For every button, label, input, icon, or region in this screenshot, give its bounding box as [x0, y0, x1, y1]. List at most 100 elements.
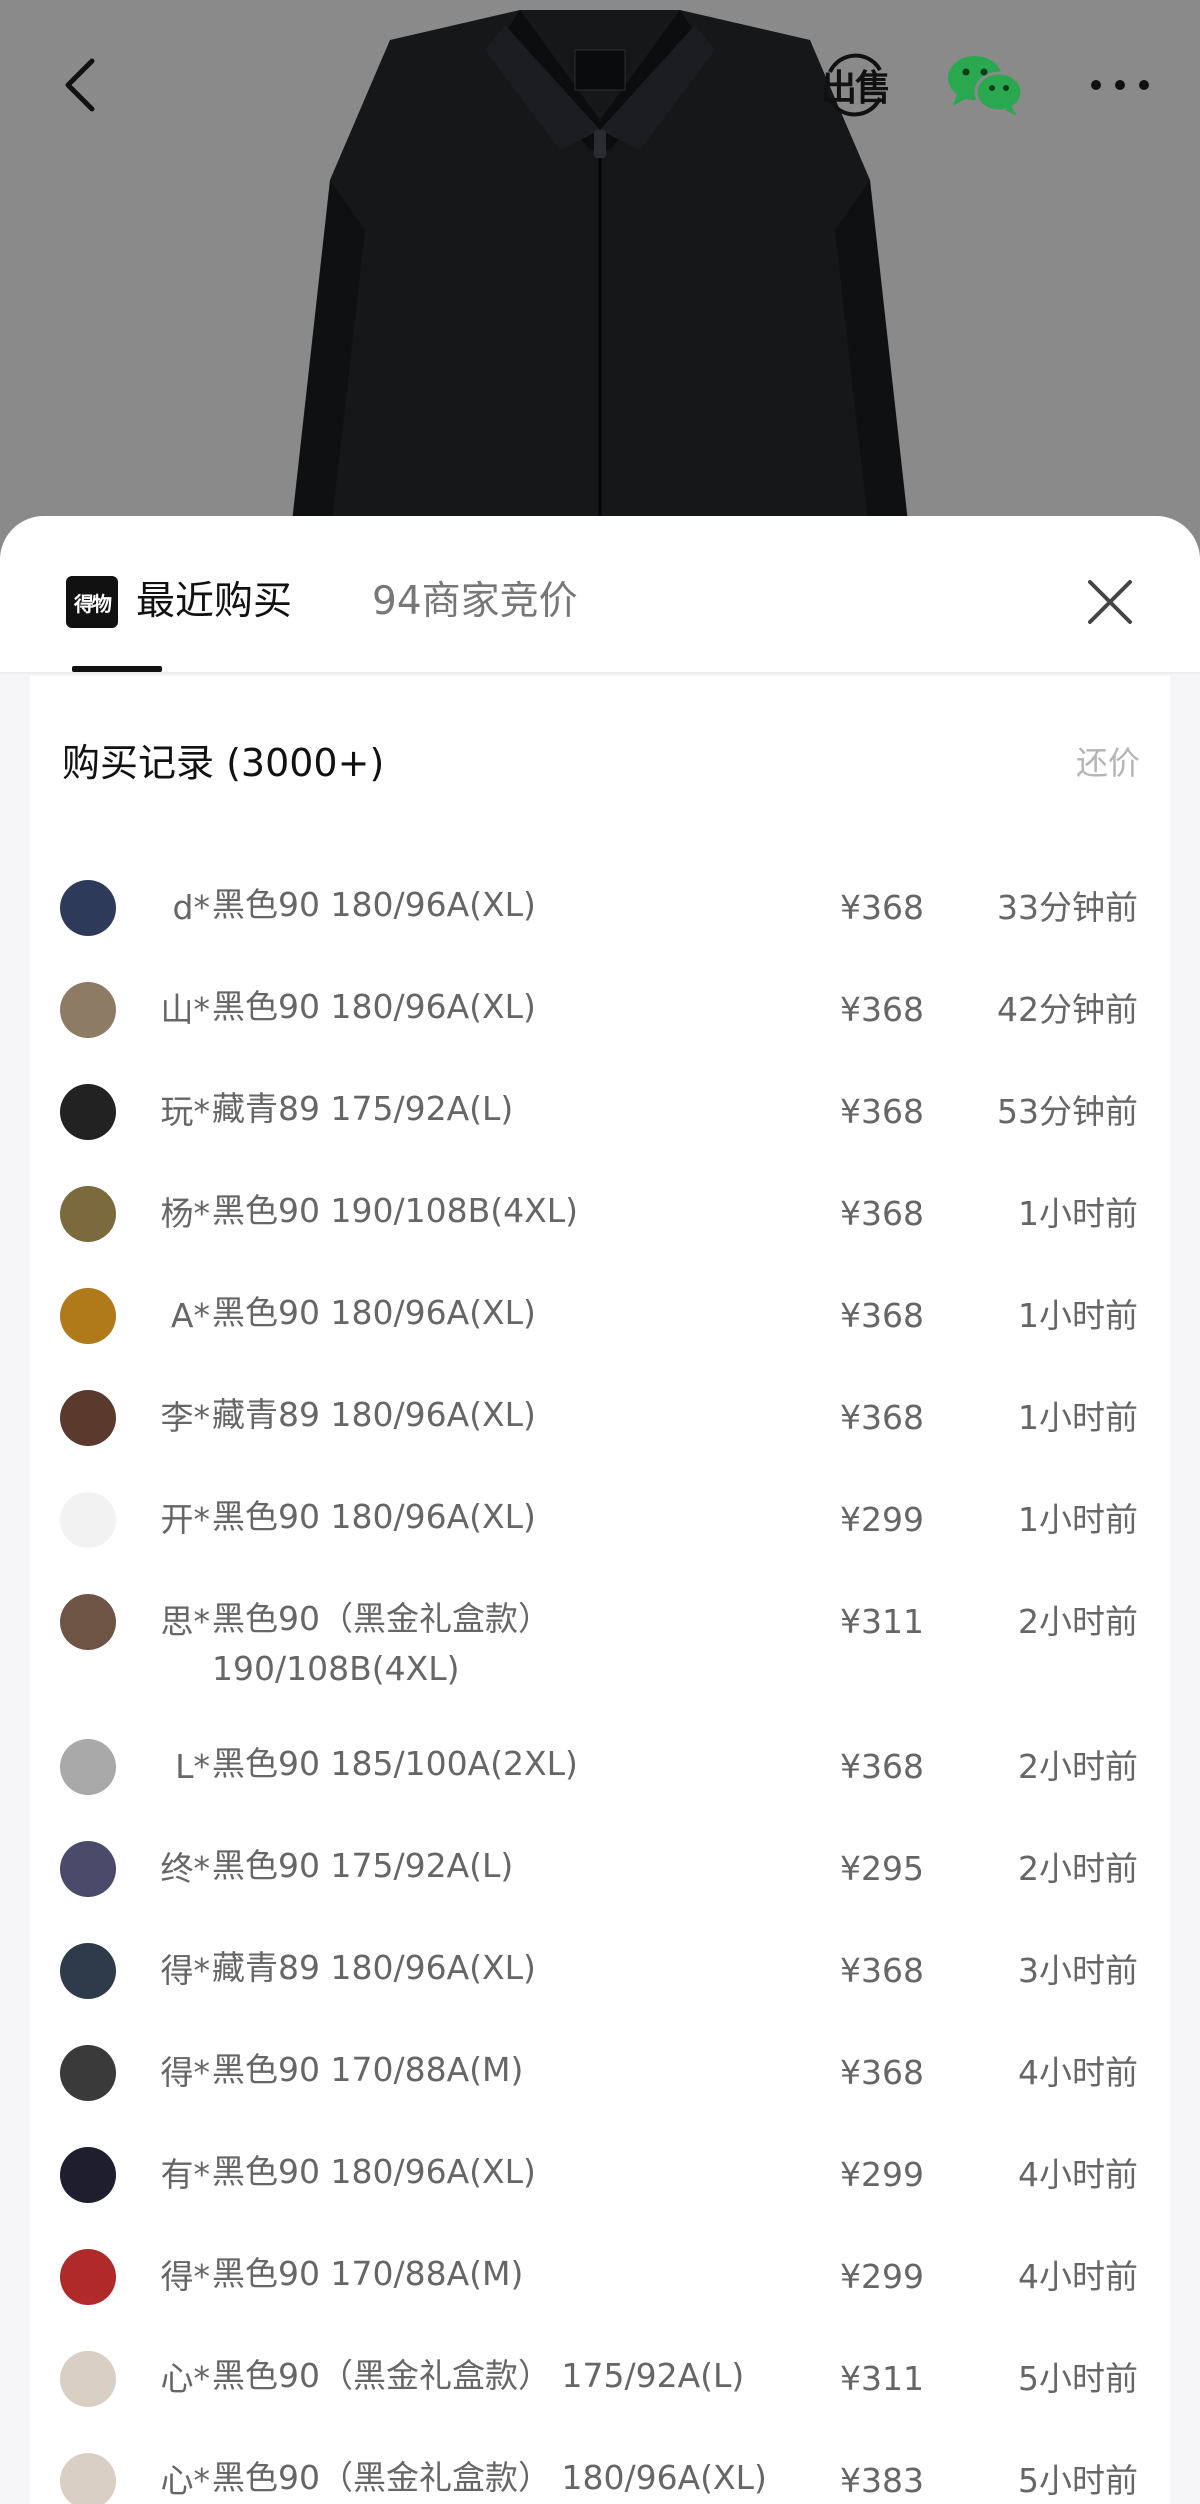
tab-merchant-bids-label: 94商家竞价: [372, 579, 578, 624]
purchase-time: 1小时前: [1018, 1194, 1138, 1233]
purchase-time: 33分钟前: [997, 888, 1138, 927]
buyer-name: 终*: [160, 1849, 211, 1888]
sell-button[interactable]: 出售: [810, 40, 900, 130]
tab-recent-purchases[interactable]: 得物 最近购买: [66, 574, 292, 664]
tab-recent-purchases-label: 最近购买: [136, 579, 293, 624]
list-item: 终* 黑色90 175/92A(L) ¥295 2小时前: [30, 1837, 1170, 1939]
purchase-time: 1小时前: [1018, 1398, 1138, 1437]
purchase-price: ¥383: [840, 2461, 924, 2500]
purchase-time: 2小时前: [1018, 1747, 1138, 1786]
chevron-left-icon: [65, 58, 95, 112]
list-item: 心* 黑色90（黑金礼盒款） 175/92A(L) ¥311 5小时前: [30, 2347, 1170, 2449]
product-spec: 黑色90 185/100A(2XL): [212, 1744, 578, 1783]
list-item: 山* 黑色90 180/96A(XL) ¥368 42分钟前: [30, 978, 1170, 1080]
avatar: [60, 2453, 116, 2504]
wechat-share-button[interactable]: [940, 40, 1030, 130]
sheet-header: 得物 最近购买 94商家竞价: [0, 516, 1200, 674]
purchase-time: 53分钟前: [997, 1092, 1138, 1131]
purchase-price: ¥299: [840, 1500, 924, 1539]
records-title: 购买记录 (3000+): [62, 741, 385, 785]
list-item: 得* 黑色90 170/88A(M) ¥299 4小时前: [30, 2245, 1170, 2347]
product-spec: 藏青89 180/96A(XL): [212, 1395, 536, 1434]
avatar: [60, 1390, 116, 1446]
more-icon: [1091, 80, 1149, 90]
product-spec: 黑色90 170/88A(M): [212, 2254, 524, 2293]
avatar: [60, 2147, 116, 2203]
product-spec: 黑色90（黑金礼盒款） 175/92A(L): [212, 2356, 745, 2395]
product-spec: 黑色90 170/88A(M): [212, 2050, 524, 2089]
avatar: [60, 2351, 116, 2407]
buyer-name: 有*: [160, 2155, 211, 2194]
purchase-price: ¥368: [840, 1951, 924, 1990]
product-spec: 黑色90 180/96A(XL): [212, 1497, 536, 1536]
purchase-price: ¥368: [840, 2053, 924, 2092]
list-item: L* 黑色90 185/100A(2XL) ¥368 2小时前: [30, 1735, 1170, 1837]
list-item: 思* 黑色90（黑金礼盒款） 190/108B(4XL) ¥311 2小时前: [30, 1590, 1170, 1692]
purchase-price: ¥295: [840, 1849, 924, 1888]
purchase-price: ¥299: [840, 2155, 924, 2194]
product-spec: 黑色90 190/108B(4XL): [212, 1191, 578, 1230]
active-tab-indicator: [72, 666, 162, 672]
purchase-time: 1小时前: [1018, 1296, 1138, 1335]
buyer-name: 开*: [160, 1500, 211, 1539]
avatar: [60, 1739, 116, 1795]
buyer-name: 李*: [160, 1398, 211, 1437]
buyer-name: 得*: [160, 2053, 211, 2092]
avatar: [60, 1594, 116, 1650]
purchase-price: ¥311: [840, 1602, 924, 1641]
counter-offer-link[interactable]: 还价: [1076, 738, 1140, 784]
purchase-price: ¥368: [840, 1194, 924, 1233]
avatar: [60, 1288, 116, 1344]
avatar: [60, 2045, 116, 2101]
purchase-price: ¥299: [840, 2257, 924, 2296]
buyer-name: L*: [175, 1747, 210, 1786]
buyer-name: 心*: [160, 2359, 211, 2398]
avatar: [60, 982, 116, 1038]
purchase-price: ¥368: [840, 1398, 924, 1437]
close-icon: [1088, 580, 1132, 624]
purchase-price: ¥311: [840, 2359, 924, 2398]
list-item: 有* 黑色90 180/96A(XL) ¥299 4小时前: [30, 2143, 1170, 2245]
list-item: 开* 黑色90 180/96A(XL) ¥299 1小时前: [30, 1488, 1170, 1590]
recent-purchases-sheet: 得物 最近购买 94商家竞价 购买记录 (3000+) 还价 d* 黑色90 18…: [0, 516, 1200, 2504]
purchase-time: 4小时前: [1018, 2053, 1138, 2092]
purchase-time: 42分钟前: [997, 990, 1138, 1029]
dewu-logo-icon: 得物: [66, 576, 118, 628]
buyer-name: 山*: [160, 990, 211, 1029]
avatar: [60, 1084, 116, 1140]
avatar: [60, 1841, 116, 1897]
purchase-records-card: 购买记录 (3000+) 还价 d* 黑色90 180/96A(XL) ¥368 33…: [30, 676, 1170, 2504]
avatar: [60, 2249, 116, 2305]
purchase-time: 5小时前: [1018, 2461, 1138, 2500]
purchase-price: ¥368: [840, 1747, 924, 1786]
purchase-time: 4小时前: [1018, 2257, 1138, 2296]
buyer-name: d*: [172, 888, 210, 927]
buyer-name: 玩*: [160, 1092, 211, 1131]
avatar: [60, 1186, 116, 1242]
list-item: 玩* 藏青89 175/92A(L) ¥368 53分钟前: [30, 1080, 1170, 1182]
list-item: 李* 藏青89 180/96A(XL) ¥368 1小时前: [30, 1386, 1170, 1488]
tab-merchant-bids[interactable]: 94商家竞价: [372, 574, 578, 664]
list-item: 得* 藏青89 180/96A(XL) ¥368 3小时前: [30, 1939, 1170, 2041]
back-button[interactable]: [35, 40, 125, 130]
close-button[interactable]: [1080, 572, 1140, 632]
buyer-name: 思*: [160, 1602, 211, 1641]
purchase-price: ¥368: [840, 1296, 924, 1335]
purchase-time: 3小时前: [1018, 1951, 1138, 1990]
list-item: A* 黑色90 180/96A(XL) ¥368 1小时前: [30, 1284, 1170, 1386]
buyer-name: 得*: [160, 2257, 211, 2296]
sell-icon: [828, 53, 882, 117]
list-item: 心* 黑色90（黑金礼盒款） 180/96A(XL) ¥383 5小时前: [30, 2449, 1170, 2504]
list-item: d* 黑色90 180/96A(XL) ¥368 33分钟前: [30, 876, 1170, 978]
product-spec: 藏青89 180/96A(XL): [212, 1948, 536, 1987]
product-spec: 藏青89 175/92A(L): [212, 1089, 514, 1128]
purchase-time: 2小时前: [1018, 1602, 1138, 1641]
product-spec: 黑色90 180/96A(XL): [212, 885, 536, 924]
product-spec: 黑色90（黑金礼盒款） 180/96A(XL): [212, 2458, 767, 2497]
avatar: [60, 1943, 116, 1999]
product-spec: 黑色90 180/96A(XL): [212, 1293, 536, 1332]
product-spec: 黑色90 180/96A(XL): [212, 2152, 536, 2191]
list-item: 得* 黑色90 170/88A(M) ¥368 4小时前: [30, 2041, 1170, 2143]
more-button[interactable]: [1075, 40, 1165, 130]
purchase-time: 1小时前: [1018, 1500, 1138, 1539]
